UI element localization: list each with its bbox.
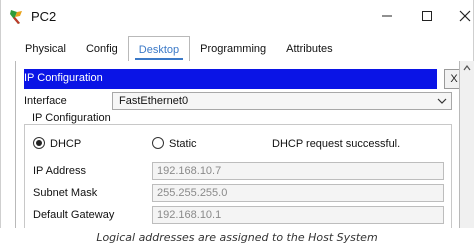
dhcp-status-text: DHCP request successful. xyxy=(272,138,401,150)
tab-attributes[interactable]: Attributes xyxy=(276,36,342,62)
chevron-up-icon[interactable] xyxy=(463,65,471,71)
figure-caption: Logical addresses are assigned to the Ho… xyxy=(96,231,378,244)
vertical-scrollbar[interactable] xyxy=(460,61,474,228)
static-label[interactable]: Static xyxy=(169,138,197,150)
ip-configuration-group-title: IP Configuration xyxy=(30,112,113,124)
ip-address-field[interactable]: 192.168.10.7 xyxy=(152,162,444,180)
subnet-mask-value: 255.255.255.0 xyxy=(157,187,228,199)
pc2-window: PC2 Physical Config Desktop Programming … xyxy=(0,0,474,228)
dhcp-radio[interactable] xyxy=(33,137,45,149)
chevron-down-icon xyxy=(437,98,447,104)
default-gateway-field[interactable]: 192.168.10.1 xyxy=(152,206,444,224)
interface-select[interactable]: FastEthernet0 xyxy=(112,92,452,110)
desktop-panel: IP Configuration X Interface FastEtherne… xyxy=(15,61,460,228)
default-gateway-value: 192.168.10.1 xyxy=(157,209,222,221)
tab-programming[interactable]: Programming xyxy=(190,36,276,62)
window-title: PC2 xyxy=(31,9,57,24)
ip-configuration-header: IP Configuration xyxy=(24,69,437,89)
static-radio[interactable] xyxy=(152,137,164,149)
ip-address-label: IP Address xyxy=(33,165,86,177)
maximize-button[interactable] xyxy=(413,4,441,28)
tab-physical[interactable]: Physical xyxy=(15,36,76,62)
interface-label: Interface xyxy=(24,95,67,107)
subnet-mask-label: Subnet Mask xyxy=(33,187,98,199)
maximize-icon xyxy=(422,11,432,21)
tab-config[interactable]: Config xyxy=(76,36,128,62)
pc-app-icon xyxy=(8,8,26,26)
minimize-icon xyxy=(382,15,392,17)
dhcp-label[interactable]: DHCP xyxy=(50,138,81,150)
interface-value: FastEthernet0 xyxy=(119,95,189,107)
tab-desktop[interactable]: Desktop xyxy=(127,36,191,62)
ip-configuration-close-button[interactable]: X xyxy=(444,69,459,89)
minimize-button[interactable] xyxy=(373,4,401,28)
subnet-mask-field[interactable]: 255.255.255.0 xyxy=(152,184,444,202)
close-window-button[interactable] xyxy=(451,4,474,28)
ip-configuration-title: IP Configuration xyxy=(24,72,103,84)
tab-bar: Physical Config Desktop Programming Attr… xyxy=(15,36,343,62)
default-gateway-label: Default Gateway xyxy=(33,209,115,221)
close-icon xyxy=(459,10,471,22)
title-bar: PC2 xyxy=(1,0,473,32)
ip-address-value: 192.168.10.7 xyxy=(157,165,222,177)
